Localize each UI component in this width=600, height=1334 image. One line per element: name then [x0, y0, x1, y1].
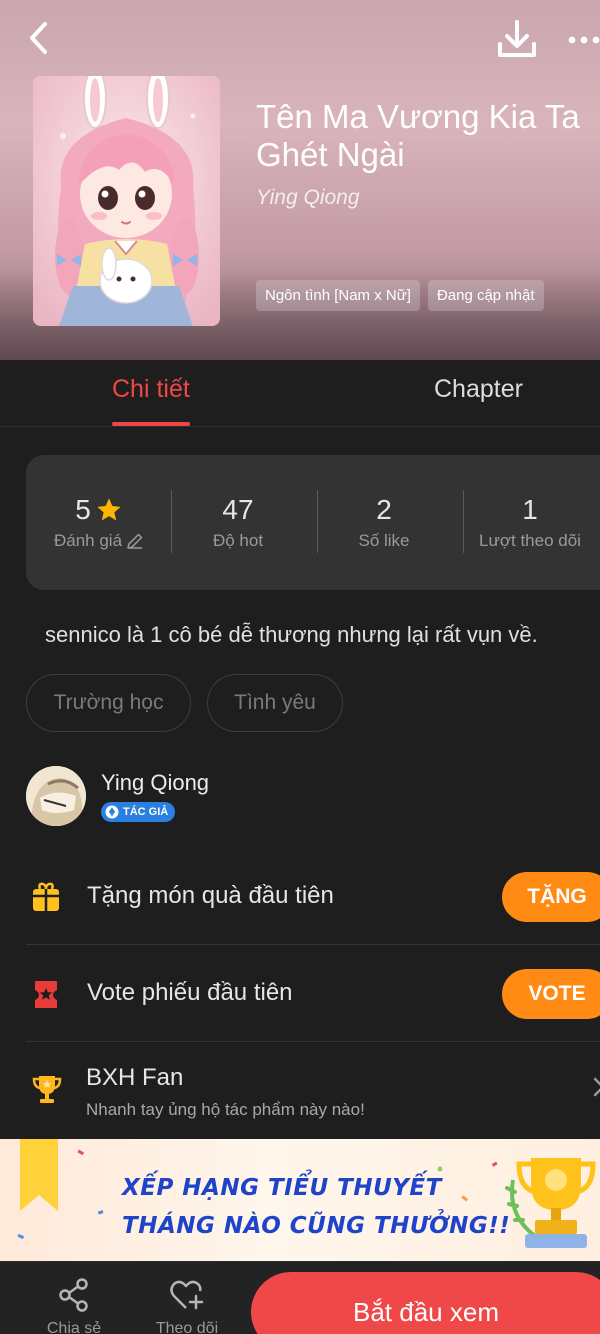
follow-button[interactable]: Theo dõi	[147, 1278, 227, 1334]
more-horizontal-icon	[568, 36, 600, 44]
genre-tag[interactable]: Tình yêu	[207, 674, 343, 732]
fan-ranking-subtitle: Nhanh tay ủng hộ tác phẩm này nào!	[86, 1100, 365, 1119]
trophy-illustration	[505, 1158, 596, 1248]
tab-detail[interactable]: Chi tiết	[112, 375, 190, 426]
book-chips: Ngôn tình [Nam x Nữ] Đang cập nhật	[256, 280, 544, 311]
genre-tag[interactable]: Trường học	[26, 674, 191, 732]
gift-icon	[33, 882, 59, 911]
fan-ranking-row[interactable]: BXH Fan Nhanh tay ủng hộ tác phẩm này nà…	[26, 1042, 600, 1138]
heart-add-icon	[170, 1280, 204, 1310]
fan-ranking-title: BXH Fan	[86, 1064, 184, 1091]
hot-value: 47	[222, 494, 254, 525]
followers-label: Lượt theo dõi	[479, 531, 581, 550]
author-avatar[interactable]	[26, 766, 86, 826]
stats-panel: 5 Đánh giá 47 Độ hot 2 Số like 1 Lượt th…	[26, 455, 600, 590]
stat-followers: 1 Lượt theo dõi	[457, 455, 600, 590]
vote-button[interactable]: VOTE	[502, 969, 600, 1019]
stat-rating[interactable]: 5 Đánh giá	[26, 455, 172, 590]
author-name[interactable]: Ying Qiong	[101, 770, 209, 796]
back-button[interactable]	[18, 18, 58, 58]
book-author[interactable]: Ying Qiong	[256, 186, 360, 210]
tab-chapter[interactable]: Chapter	[434, 375, 523, 404]
likes-value: 2	[376, 494, 392, 525]
author-badge: TÁC GIẢ	[101, 802, 176, 822]
chevron-left-icon	[30, 22, 47, 54]
follow-label: Theo dõi	[155, 1320, 219, 1334]
author-badge-label: TÁC GIẢ	[123, 806, 169, 818]
trophy-icon	[32, 1076, 62, 1103]
share-icon	[59, 1278, 88, 1312]
promo-banner[interactable]: XẾP HẠNG TIỂU THUYẾT THÁNG NÀO CŨNG THƯỞ…	[0, 1139, 600, 1261]
hot-label: Độ hot	[212, 531, 264, 550]
followers-value: 1	[522, 494, 538, 525]
download-icon	[498, 20, 536, 57]
ticket-icon	[35, 981, 57, 1008]
edit-icon	[127, 533, 143, 549]
start-reading-button[interactable]: Bắt đầu xem	[251, 1272, 600, 1334]
pen-nib-icon	[105, 805, 119, 819]
gift-button[interactable]: TẶNG	[502, 872, 600, 922]
likes-label: Số like	[358, 531, 410, 550]
book-header: Tên Ma Vương Kia Ta Ghét Ngài Ying Qiong…	[0, 0, 600, 360]
more-button[interactable]	[562, 22, 600, 58]
banner-headline: XẾP HẠNG TIỂU THUYẾT THÁNG NÀO CŨNG THƯỞ…	[122, 1169, 510, 1245]
status-chip: Đang cập nhật	[427, 280, 544, 311]
gift-label: Tặng món quà đầu tiên	[87, 882, 334, 909]
tab-bar: Chi tiết Chapter	[0, 361, 600, 427]
rating-label: Đánh giá	[53, 531, 123, 550]
book-cover[interactable]	[33, 76, 220, 326]
banner-line-2: THÁNG NÀO CŨNG THƯỞNG!!	[122, 1213, 511, 1239]
banner-line-1: XẾP HẠNG TIỂU THUYẾT	[122, 1175, 442, 1201]
download-button[interactable]	[494, 18, 540, 62]
stat-likes: 2 Số like	[311, 455, 457, 590]
cover-illustration	[33, 76, 220, 326]
share-button[interactable]: Chia sẻ	[34, 1278, 114, 1334]
vote-label: Vote phiếu đầu tiên	[87, 979, 293, 1006]
vote-row: Vote phiếu đầu tiên VOTE	[26, 945, 600, 1042]
book-description: sennico là 1 cô bé dễ thương nhưng lại r…	[45, 622, 538, 647]
rating-value: 5	[75, 494, 91, 525]
category-chip[interactable]: Ngôn tình [Nam x Nữ]	[256, 280, 420, 311]
avatar-image	[26, 766, 86, 826]
share-label: Chia sẻ	[46, 1320, 102, 1334]
book-title: Tên Ma Vương Kia Ta Ghét Ngài	[256, 98, 580, 173]
stat-hot: 47 Độ hot	[165, 455, 311, 590]
gift-row: Tặng món quà đầu tiên TẶNG	[26, 848, 600, 945]
bottom-bar: Chia sẻ Theo dõi Bắt đầu xem	[0, 1261, 600, 1334]
star-icon	[97, 498, 121, 521]
chevron-right-icon	[593, 1077, 600, 1097]
